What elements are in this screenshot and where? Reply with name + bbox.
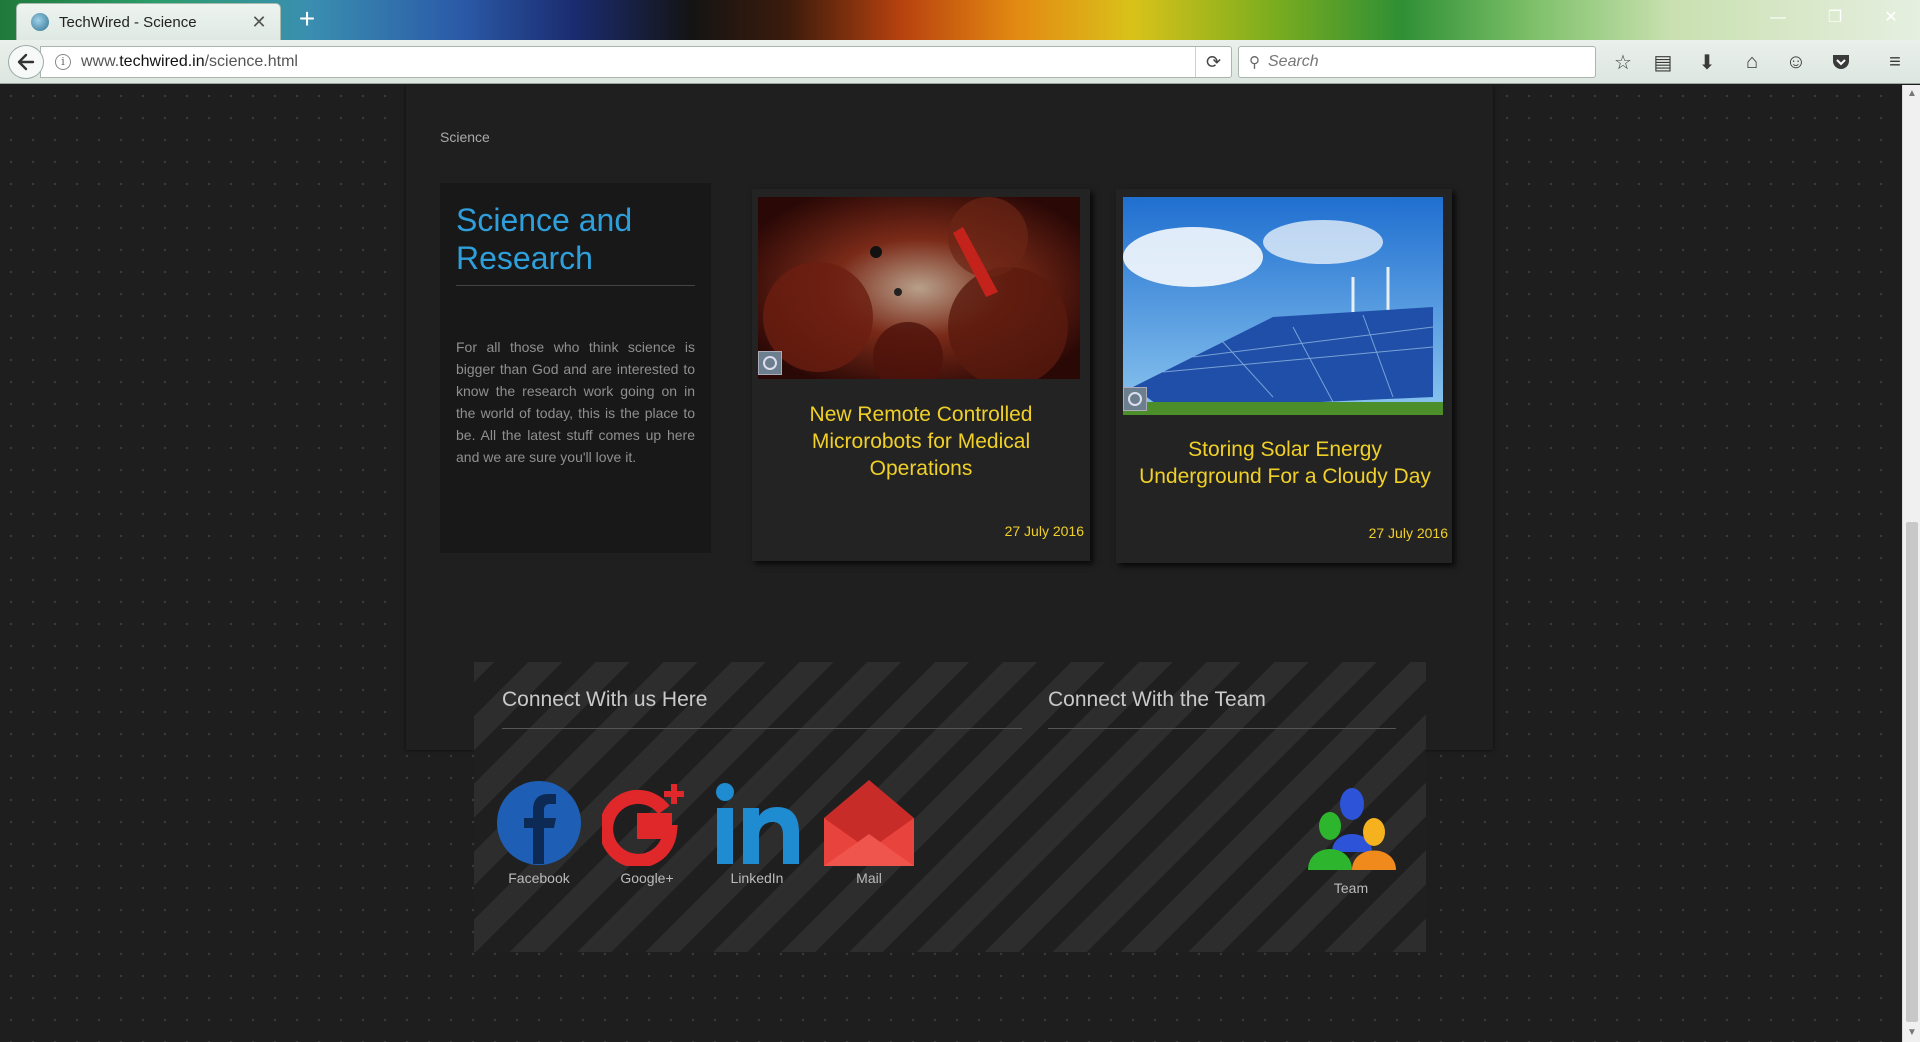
close-window-button[interactable]: ✕ — [1866, 2, 1916, 34]
site-footer: Connect With us Here Connect With the Te… — [474, 662, 1426, 952]
page-viewport: Science Science and Research For all tho… — [0, 85, 1902, 1042]
site-favicon-icon — [31, 13, 49, 31]
reload-icon[interactable]: ⟳ — [1195, 47, 1231, 77]
article-image[interactable] — [758, 197, 1080, 379]
facebook-label: Facebook — [508, 870, 570, 886]
linkedin-icon — [716, 783, 799, 864]
article-date: 27 July 2016 — [1004, 523, 1084, 539]
scroll-down-arrow-icon[interactable]: ▼ — [1903, 1024, 1920, 1042]
navigation-toolbar: i www.techwired.in/science.html ⟳ ⚲ Sear… — [0, 40, 1920, 84]
downloads-icon[interactable]: ⬇ — [1692, 48, 1722, 76]
search-icon: ⚲ — [1249, 54, 1260, 71]
address-bar[interactable]: i www.techwired.in/science.html ⟳ — [40, 46, 1232, 78]
reading-list-icon[interactable]: ▤ — [1648, 48, 1678, 76]
team-people-icon — [1308, 788, 1396, 870]
article-title[interactable]: New Remote Controlled Microrobots for Me… — [768, 401, 1074, 482]
microrobots-image — [758, 197, 1080, 379]
solar-panels-image — [1123, 197, 1443, 415]
team-heading: Connect With the Team — [1048, 688, 1266, 711]
tab-title: TechWired - Science — [59, 13, 197, 31]
back-button[interactable] — [8, 45, 44, 79]
mail-label: Mail — [856, 870, 882, 886]
mail-envelope-icon — [824, 780, 914, 866]
article-title[interactable]: Storing Solar Energy Underground For a C… — [1130, 436, 1440, 490]
category-description: For all those who think science is bigge… — [456, 339, 695, 465]
breadcrumb[interactable]: Science — [440, 129, 490, 145]
vertical-scrollbar[interactable]: ▲ ▼ — [1902, 85, 1920, 1042]
article-image[interactable] — [1123, 197, 1443, 415]
menu-hamburger-icon[interactable]: ≡ — [1880, 48, 1910, 76]
team-label: Team — [1333, 880, 1369, 896]
facebook-link[interactable]: Facebook — [494, 780, 584, 886]
connect-heading: Connect With us Here — [502, 688, 708, 711]
facebook-icon — [497, 781, 581, 865]
team-link[interactable]: Team — [1306, 782, 1396, 896]
linkedin-label: LinkedIn — [730, 870, 784, 886]
search-placeholder: Search — [1268, 53, 1319, 70]
divider — [1048, 728, 1396, 729]
pocket-icon[interactable] — [1826, 48, 1856, 76]
url-text[interactable]: www.techwired.in/science.html — [81, 53, 1195, 71]
google-plus-link[interactable]: Google+ — [602, 780, 692, 886]
mail-link[interactable]: Mail — [824, 780, 914, 886]
category-intro: Science and Research For all those who t… — [440, 183, 711, 553]
scroll-up-arrow-icon[interactable]: ▲ — [1903, 85, 1920, 103]
pocket-shape — [1833, 55, 1849, 69]
scrollbar-thumb[interactable] — [1906, 522, 1918, 1022]
google-plus-icon — [602, 784, 684, 866]
minimize-button[interactable]: — — [1753, 2, 1803, 34]
google-plus-label: Google+ — [620, 870, 674, 886]
home-icon[interactable]: ⌂ — [1737, 48, 1767, 76]
feedback-smiley-icon[interactable]: ☺ — [1781, 48, 1811, 76]
restore-button[interactable]: ❐ — [1810, 2, 1860, 34]
site-logo-icon — [1123, 387, 1147, 411]
site-logo-icon — [758, 351, 782, 375]
linkedin-link[interactable]: LinkedIn — [712, 780, 802, 886]
article-date: 27 July 2016 — [1368, 525, 1448, 541]
page-title: Science and Research — [456, 201, 695, 286]
active-tab[interactable]: TechWired - Science ✕ — [16, 3, 281, 40]
back-arrow-icon — [17, 53, 35, 71]
article-card[interactable]: New Remote Controlled Microrobots for Me… — [752, 189, 1090, 561]
divider — [502, 728, 1022, 729]
site-info-icon[interactable]: i — [55, 54, 71, 70]
new-tab-button[interactable]: + — [292, 5, 322, 35]
tab-strip: TechWired - Science ✕ + — ❐ ✕ — [0, 0, 1920, 40]
bookmark-star-icon[interactable]: ☆ — [1608, 48, 1638, 76]
article-card[interactable]: Storing Solar Energy Underground For a C… — [1116, 189, 1452, 563]
search-box[interactable]: ⚲ Search — [1238, 46, 1596, 78]
close-tab-icon[interactable]: ✕ — [250, 12, 268, 33]
